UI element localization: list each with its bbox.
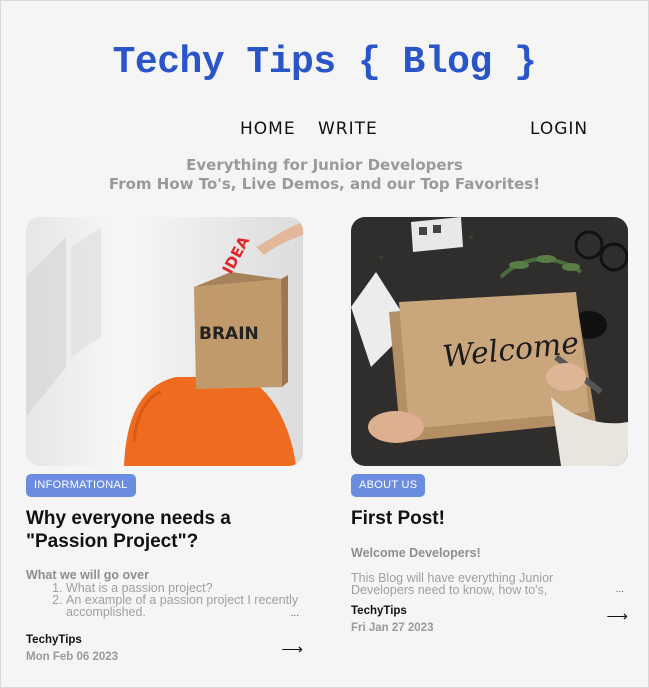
site-logo[interactable]: Techy Tips { Blog } (1, 41, 648, 84)
arrow-right-icon[interactable]: ⟶ (606, 607, 628, 625)
category-badge[interactable]: ABOUT US (351, 474, 426, 497)
post-title[interactable]: Why everyone needs a "Passion Project"? (26, 507, 303, 553)
nav-write-link[interactable]: WRITE (318, 119, 378, 139)
read-more-ellipsis: ... (290, 608, 299, 619)
arrow-right-icon[interactable]: ⟶ (281, 640, 303, 658)
post-date: Mon Feb 06 2023 (26, 651, 119, 663)
post-subhead: What we will go over (26, 568, 149, 582)
read-more-ellipsis: ... (615, 584, 624, 595)
post-author: TechyTips (26, 634, 82, 646)
post-excerpt: Welcome Developers! This Blog will have … (351, 546, 628, 596)
main-nav: HOME WRITE LOGIN (1, 119, 648, 143)
nav-home-link[interactable]: HOME (240, 119, 296, 139)
tagline-line-1: Everything for Junior Developers (186, 156, 463, 174)
post-footer: TechyTips Fri Jan 27 2023 ⟶ (351, 605, 628, 641)
image-text-brain: BRAIN (199, 324, 259, 344)
post-body-preview: This Blog will have everything Junior De… (351, 571, 554, 597)
site-tagline: Everything for Junior Developers From Ho… (1, 156, 648, 194)
list-item: An example of a passion project I recent… (66, 594, 303, 619)
post-image-brain-box[interactable]: BRAIN IDEA (26, 217, 303, 466)
post-author: TechyTips (351, 605, 407, 617)
post-card[interactable]: BRAIN IDEA INFORMATIONAL Why everyone ne… (26, 217, 303, 670)
post-excerpt: What we will go over What is a passion p… (26, 568, 303, 619)
post-footer: TechyTips Mon Feb 06 2023 ⟶ (26, 634, 303, 670)
post-image-welcome[interactable]: Welcome (351, 217, 628, 466)
category-badge[interactable]: INFORMATIONAL (26, 474, 136, 497)
post-subhead: Welcome Developers! (351, 546, 481, 560)
post-title[interactable]: First Post! (351, 507, 628, 530)
excerpt-list: What is a passion project? An example of… (26, 582, 303, 619)
post-card[interactable]: Welcome ABOUT US First Post! Welcome Dev… (351, 217, 628, 641)
tagline-line-2: From How To's, Live Demos, and our Top F… (108, 175, 541, 193)
nav-login-link[interactable]: LOGIN (530, 119, 588, 139)
post-date: Fri Jan 27 2023 (351, 622, 434, 634)
